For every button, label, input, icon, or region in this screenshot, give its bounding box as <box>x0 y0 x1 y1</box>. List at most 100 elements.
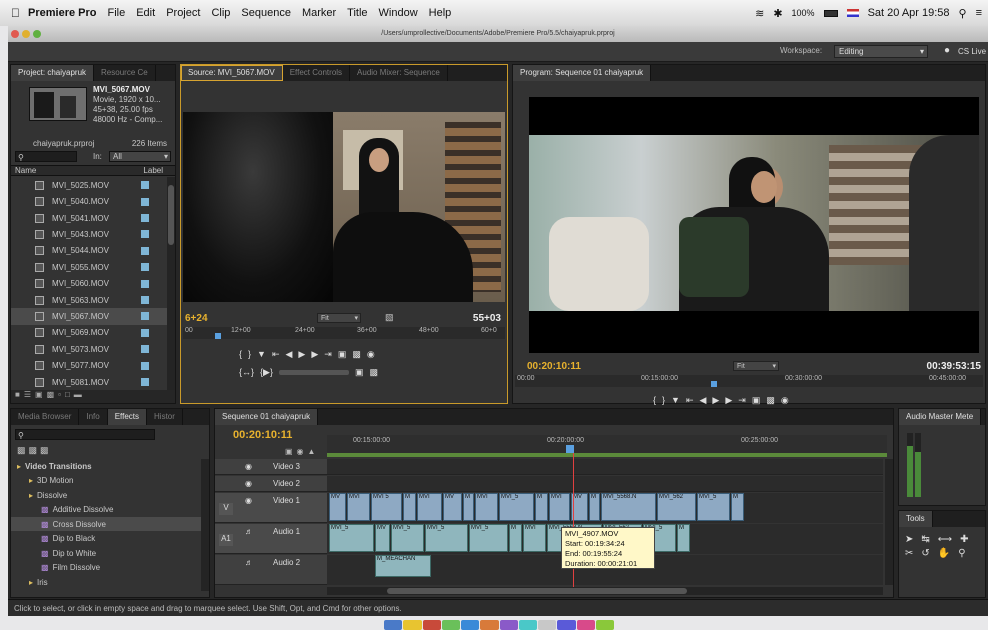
menu-clip[interactable]: Clip <box>211 7 230 19</box>
program-playhead[interactable] <box>711 381 717 387</box>
eye-icon[interactable]: ◉ <box>245 496 252 505</box>
close-window-button[interactable] <box>11 30 19 38</box>
effects-tree-item[interactable]: ▸ Video Transitions <box>11 459 201 473</box>
track-header-audio2[interactable]: ♬ Audio 2 <box>215 555 327 585</box>
overwrite-icon[interactable]: ▩ <box>352 349 361 360</box>
go-to-out-icon[interactable]: ⇥ <box>324 349 332 360</box>
insert-icon[interactable]: ▣ <box>338 349 347 360</box>
dock-app-icon[interactable] <box>403 620 422 630</box>
audio-clip[interactable]: MVI_5 <box>391 524 424 552</box>
source-fit-select[interactable]: Fit ▾ <box>317 313 361 323</box>
effects-tree-item[interactable]: ▩ Film Dissolve <box>11 561 201 575</box>
audio-clip[interactable]: MVI_5 <box>425 524 468 552</box>
timeline-tool-buttons[interactable]: ▣◉▲ <box>285 447 319 456</box>
dock-app-icon[interactable] <box>422 620 441 630</box>
project-file-row[interactable]: MVI_5043.MOV <box>11 226 167 243</box>
timeline-vscroll[interactable] <box>885 459 893 585</box>
marker-icon[interactable]: ▼ <box>671 395 680 406</box>
effects-tree-item[interactable]: ▩ Dip to White <box>11 546 201 560</box>
audio2-clip[interactable]: M_MEACHAN <box>375 555 431 577</box>
menubar-clock[interactable]: Sat 20 Apr 19:58 <box>868 7 950 19</box>
play-icon[interactable]: ▶ <box>298 349 305 360</box>
cs-live-icon[interactable]: ● <box>944 45 950 56</box>
video-clip[interactable]: MV <box>329 493 346 521</box>
audio-clip[interactable]: MV <box>375 524 390 552</box>
track-header-video2[interactable]: ◉ Video 2 <box>215 476 327 492</box>
menu-help[interactable]: Help <box>429 7 452 19</box>
audio-clip[interactable]: MVI <box>523 524 546 552</box>
video-clip[interactable]: M <box>589 493 600 521</box>
source-jog-slider[interactable] <box>278 370 349 375</box>
program-fit-select[interactable]: Fit ▾ <box>733 361 779 371</box>
project-file-row[interactable]: MVI_5055.MOV <box>11 259 167 276</box>
menu-app-name[interactable]: Premiere Pro <box>28 7 96 19</box>
track-lane-video1[interactable]: MV MVI MVI 5 M MVI MV M MVI MVI_5 M MVI MV M MVI_5568… <box>327 493 883 523</box>
effects-tree-item[interactable]: ▩ Dip to Black <box>11 532 201 546</box>
tab-audio-master[interactable]: Audio Master Mete <box>899 409 982 425</box>
loop-icon[interactable]: {↔} <box>239 367 254 378</box>
column-name[interactable]: Name <box>11 166 36 175</box>
project-file-row[interactable]: MVI_5025.MOV <box>11 177 167 194</box>
effects-tree-item[interactable]: ▩ Cross Dissolve <box>11 517 201 531</box>
tab-sequence[interactable]: Sequence 01 chaiyapruk <box>215 409 319 425</box>
dock-app-icon[interactable] <box>461 620 480 630</box>
cs-live-label[interactable]: CS Live <box>958 47 986 56</box>
track-tag-v[interactable]: V <box>219 503 233 515</box>
effects-tree-item[interactable]: ▩ Additive Dissolve <box>11 503 201 517</box>
safe-margins-icon[interactable]: ▣ <box>355 367 364 378</box>
project-scrollbar[interactable] <box>167 177 175 390</box>
video-clip[interactable]: MVI_5 <box>499 493 534 521</box>
dock-app-icon[interactable] <box>384 620 403 630</box>
tab-project[interactable]: Project: chaiyapruk <box>11 65 95 81</box>
tab-effects[interactable]: Effects <box>107 409 148 425</box>
dock-app-icon[interactable] <box>595 620 614 630</box>
step-back-icon[interactable]: ◀ <box>700 395 707 406</box>
audio-clip[interactable]: M <box>509 524 522 552</box>
source-playhead[interactable] <box>215 333 221 339</box>
video-clip[interactable]: MVI <box>347 493 370 521</box>
dock-app-icon[interactable] <box>538 620 557 630</box>
tab-tools[interactable]: Tools <box>899 511 933 527</box>
effects-search-input[interactable]: ⚲ <box>15 429 155 440</box>
track-header-audio1[interactable]: A1 ♬ Audio 1 <box>215 524 327 554</box>
eye-icon[interactable]: ◉ <box>245 479 252 488</box>
project-file-row[interactable]: MVI_5073.MOV <box>11 341 167 358</box>
video-clip[interactable]: MVI <box>417 493 442 521</box>
tab-program[interactable]: Program: Sequence 01 chaiyapruk <box>513 65 652 81</box>
marker-icon[interactable]: ▼ <box>257 349 266 360</box>
source-video-frame[interactable] <box>183 112 505 302</box>
notification-list-icon[interactable]: ≡ <box>976 7 982 19</box>
flag-icon[interactable] <box>846 9 859 17</box>
project-file-row[interactable]: MVI_5044.MOV <box>11 243 167 260</box>
effects-bin-buttons[interactable]: ▩▩▩ <box>17 445 52 456</box>
tool-buttons[interactable]: ➤↹⟷✚✂↺✋⚲ <box>905 533 975 561</box>
project-file-row[interactable]: MVI_5063.MOV <box>11 292 167 309</box>
dock-app-icon[interactable] <box>480 620 499 630</box>
tab-source[interactable]: Source: MVI_5067.MOV <box>181 65 283 81</box>
tab-audio-mixer[interactable]: Audio Mixer: Sequence <box>350 65 448 81</box>
workspace-select[interactable]: Editing ▾ <box>834 45 928 58</box>
video-clip[interactable]: MV <box>443 493 462 521</box>
menu-sequence[interactable]: Sequence <box>241 7 291 19</box>
tab-info[interactable]: Info <box>79 409 108 425</box>
menu-edit[interactable]: Edit <box>136 7 155 19</box>
effects-scrollbar[interactable] <box>201 459 209 591</box>
tab-effect-controls[interactable]: Effect Controls <box>283 65 351 81</box>
go-to-in-icon[interactable]: ⇤ <box>272 349 280 360</box>
extract-icon[interactable]: ▩ <box>766 395 775 406</box>
step-forward-icon[interactable]: ▶ <box>311 349 318 360</box>
go-to-in-icon[interactable]: ⇤ <box>686 395 694 406</box>
project-footer-tools[interactable]: ■☰▣▩▫□▬ <box>11 390 175 403</box>
eye-icon[interactable]: ◉ <box>245 462 252 471</box>
output-icon[interactable]: ▩ <box>369 367 378 378</box>
timeline-scrollbar[interactable] <box>327 587 883 595</box>
play-icon[interactable]: ▶ <box>712 395 719 406</box>
project-file-row[interactable]: MVI_5077.MOV <box>11 357 167 374</box>
video-clip[interactable]: MVI_5568.N <box>601 493 656 521</box>
tab-history[interactable]: Histor <box>147 409 183 425</box>
bluetooth-icon[interactable]: ✱ <box>773 7 782 20</box>
track-header-video1[interactable]: V ◉ Video 1 <box>215 493 327 523</box>
mark-out-icon[interactable]: } <box>662 395 665 406</box>
tab-resource-central[interactable]: Resource Ce <box>94 65 156 81</box>
program-time-ruler[interactable]: 00:00 00:15:00:00 00:30:00:00 00:45:00:0… <box>515 375 983 387</box>
